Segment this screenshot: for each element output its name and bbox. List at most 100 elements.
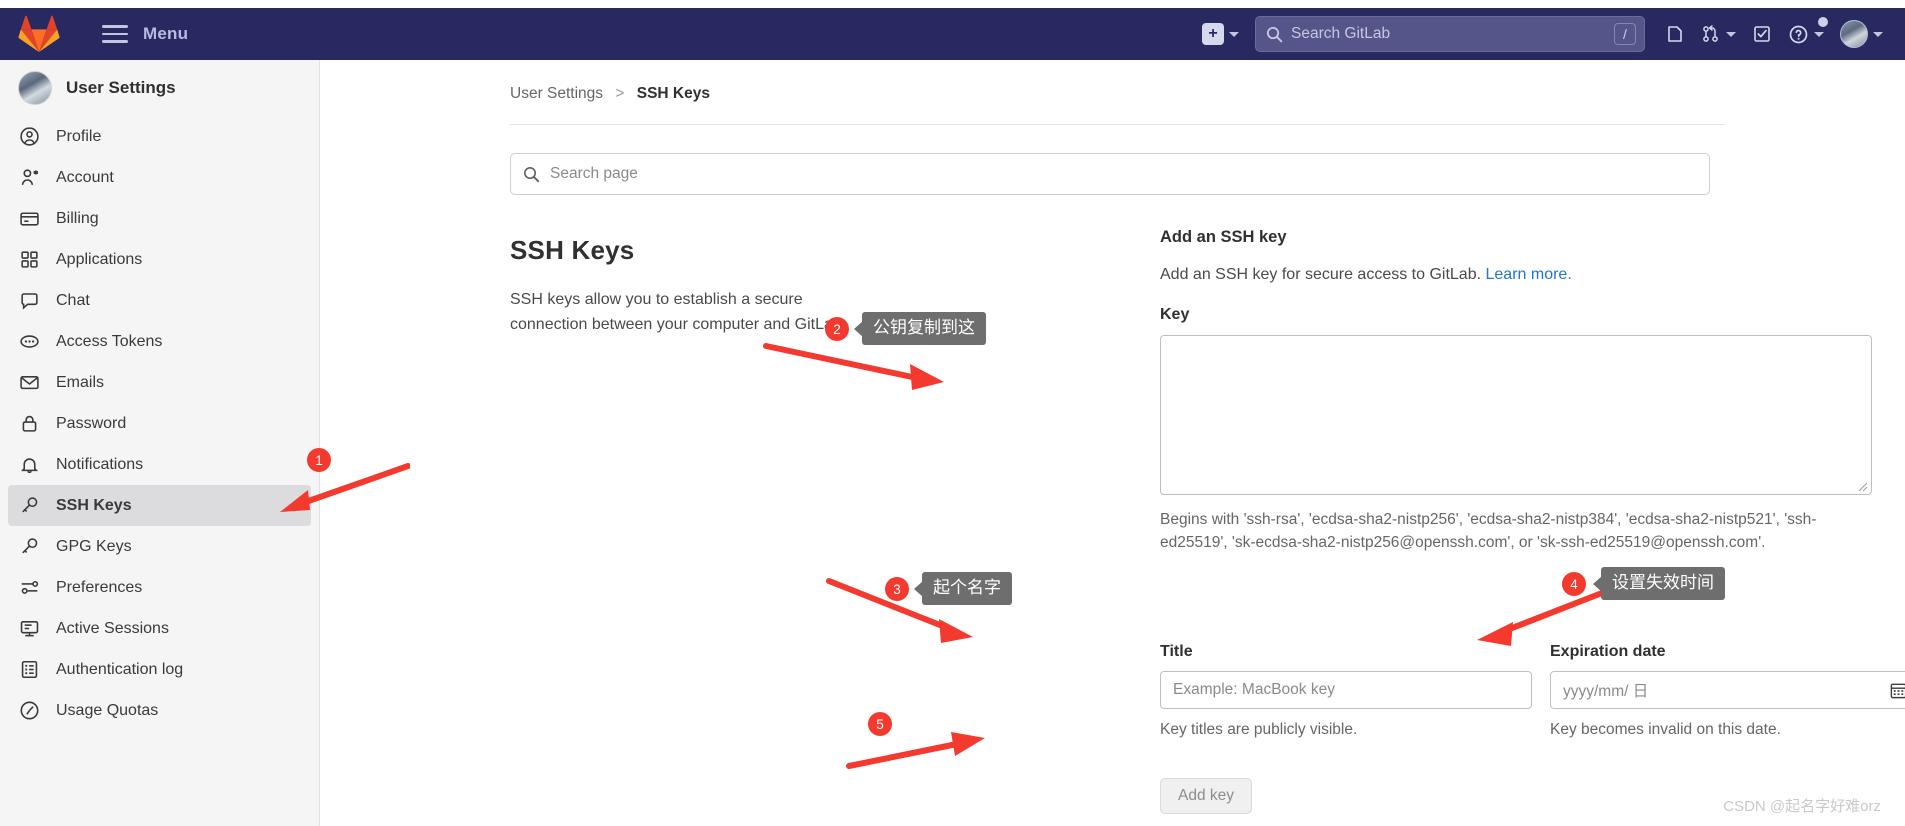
annotation-badge-4: 4 [1562, 572, 1586, 596]
sidebar-item-label: Applications [56, 250, 143, 268]
gitlab-logo-icon[interactable] [18, 14, 60, 54]
top-navigation-bar: Menu + Search GitLab / [0, 8, 1905, 60]
hamburger-menu-icon[interactable] [102, 25, 128, 43]
breadcrumb-divider [510, 124, 1725, 125]
user-circle-icon [18, 126, 40, 148]
todos-button[interactable] [1746, 16, 1778, 52]
new-item-button[interactable]: + [1196, 16, 1245, 52]
chevron-down-icon [1726, 31, 1736, 37]
sidebar-item-gpg-keys[interactable]: GPG Keys [8, 526, 311, 567]
avatar [18, 71, 52, 105]
search-page-placeholder: Search page [550, 165, 638, 182]
sidebar-item-label: Usage Quotas [56, 701, 159, 719]
sidebar-item-ssh-keys[interactable]: SSH Keys [8, 485, 311, 526]
main-content: User Settings > SSH Keys Search page SSH… [320, 60, 1905, 826]
annotation-badge-5: 5 [868, 712, 892, 736]
form-heading: Add an SSH key [1160, 228, 1287, 246]
expiration-field-label: Expiration date [1550, 643, 1666, 660]
sidebar-item-label: Chat [56, 291, 90, 309]
add-ssh-key-form: Add an SSH key Add an SSH key for secure… [1160, 228, 1905, 555]
breadcrumb-separator: > [615, 85, 625, 102]
sidebar-item-label: Account [56, 168, 114, 186]
annotation-badge-1: 1 [307, 448, 331, 472]
log-list-icon [18, 659, 40, 681]
page-title: SSH Keys [510, 235, 635, 265]
breadcrumb-current: SSH Keys [636, 85, 710, 102]
sidebar-item-password[interactable]: Password [8, 403, 311, 444]
account-icon [18, 167, 40, 189]
learn-more-link[interactable]: Learn more. [1486, 266, 1572, 283]
sidebar-item-active-sessions[interactable]: Active Sessions [8, 608, 311, 649]
search-icon [524, 166, 540, 182]
sidebar-item-label: Emails [56, 373, 105, 391]
sidebar-item-label: Access Tokens [56, 332, 163, 350]
sidebar-item-label: Preferences [56, 578, 143, 596]
key-field-label: Key [1160, 306, 1190, 323]
chevron-down-icon [1814, 31, 1824, 37]
annotation-tooltip-2: 公钥复制到这 [862, 312, 986, 346]
sidebar-item-label: Profile [56, 127, 102, 145]
resize-grip-icon[interactable] [1858, 482, 1868, 492]
merge-request-icon [1703, 25, 1718, 42]
avatar [1840, 20, 1868, 48]
form-subtext: Add an SSH key for secure access to GitL… [1160, 266, 1905, 284]
title-placeholder: Example: MacBook key [1173, 681, 1335, 698]
expiration-date-input[interactable]: yyyy/mm/ 日 [1550, 671, 1905, 709]
help-button[interactable] [1782, 16, 1830, 52]
user-menu-button[interactable] [1834, 16, 1889, 52]
title-input[interactable]: Example: MacBook key [1160, 671, 1532, 709]
watermark: CSDN @起名字好难orz [1723, 798, 1881, 815]
calendar-icon[interactable] [1889, 681, 1905, 700]
preferences-icon [18, 577, 40, 599]
lock-icon [18, 413, 40, 435]
search-placeholder: Search GitLab [1291, 25, 1391, 42]
annotation-badge-3: 3 [885, 577, 909, 601]
page-description: SSH keys allow you to establish a secure… [510, 291, 847, 333]
applications-icon [18, 249, 40, 271]
chat-bubble-icon [18, 290, 40, 312]
menu-label[interactable]: Menu [143, 24, 188, 44]
search-page-input[interactable]: Search page [510, 153, 1710, 195]
sidebar-item-profile[interactable]: Profile [8, 116, 311, 157]
plus-square-icon: + [1202, 23, 1224, 45]
add-key-button[interactable]: Add key [1160, 778, 1252, 814]
sidebar-item-label: Password [56, 414, 127, 432]
sidebar-item-account[interactable]: Account [8, 157, 311, 198]
sidebar-header: User Settings [0, 60, 319, 116]
user-settings-sidebar: User Settings Profile Account Billing Appli… [0, 60, 320, 826]
sidebar-item-billing[interactable]: Billing [8, 198, 311, 239]
sidebar-item-label: Active Sessions [56, 619, 169, 637]
key-textarea[interactable] [1160, 335, 1872, 495]
sidebar-item-authentication-log[interactable]: Authentication log [8, 649, 311, 690]
annotation-badge-2: 2 [825, 317, 849, 341]
sidebar-nav-list: Profile Account Billing Applications Chat Acc… [0, 116, 319, 731]
key-field-hint: Begins with 'ssh-rsa', 'ecdsa-sha2-nistp… [1160, 511, 1817, 552]
sidebar-item-label: Billing [56, 209, 99, 227]
annotation-tooltip-3: 起个名字 [922, 572, 1012, 606]
breadcrumb-parent[interactable]: User Settings [510, 85, 603, 102]
sidebar-item-preferences[interactable]: Preferences [8, 567, 311, 608]
sidebar-item-notifications[interactable]: Notifications [8, 444, 311, 485]
quota-gauge-icon [18, 700, 40, 722]
sidebar-item-label: Notifications [56, 455, 144, 473]
ssh-keys-intro: SSH Keys SSH keys allow you to establish… [510, 235, 910, 338]
topbar-right-actions: + Search GitLab / [1196, 8, 1905, 60]
breadcrumb: User Settings > SSH Keys [510, 85, 710, 103]
sidebar-item-applications[interactable]: Applications [8, 239, 311, 280]
sidebar-item-emails[interactable]: Emails [8, 362, 311, 403]
search-input[interactable]: Search GitLab / [1255, 16, 1645, 52]
issues-button[interactable] [1659, 16, 1691, 52]
sidebar-title: User Settings [66, 78, 176, 97]
key-icon [18, 536, 40, 558]
sidebar-item-chat[interactable]: Chat [8, 280, 311, 321]
envelope-icon [18, 372, 40, 394]
sidebar-item-usage-quotas[interactable]: Usage Quotas [8, 690, 311, 731]
sidebar-item-access-tokens[interactable]: Access Tokens [8, 321, 311, 362]
bell-icon [18, 454, 40, 476]
merge-requests-button[interactable] [1695, 16, 1742, 52]
sidebar-item-label: GPG Keys [56, 537, 132, 555]
credit-card-icon [18, 208, 40, 230]
annotation-tooltip-4: 设置失效时间 [1601, 567, 1725, 601]
issues-icon [1668, 26, 1682, 42]
todo-checkbox-icon [1754, 26, 1770, 42]
